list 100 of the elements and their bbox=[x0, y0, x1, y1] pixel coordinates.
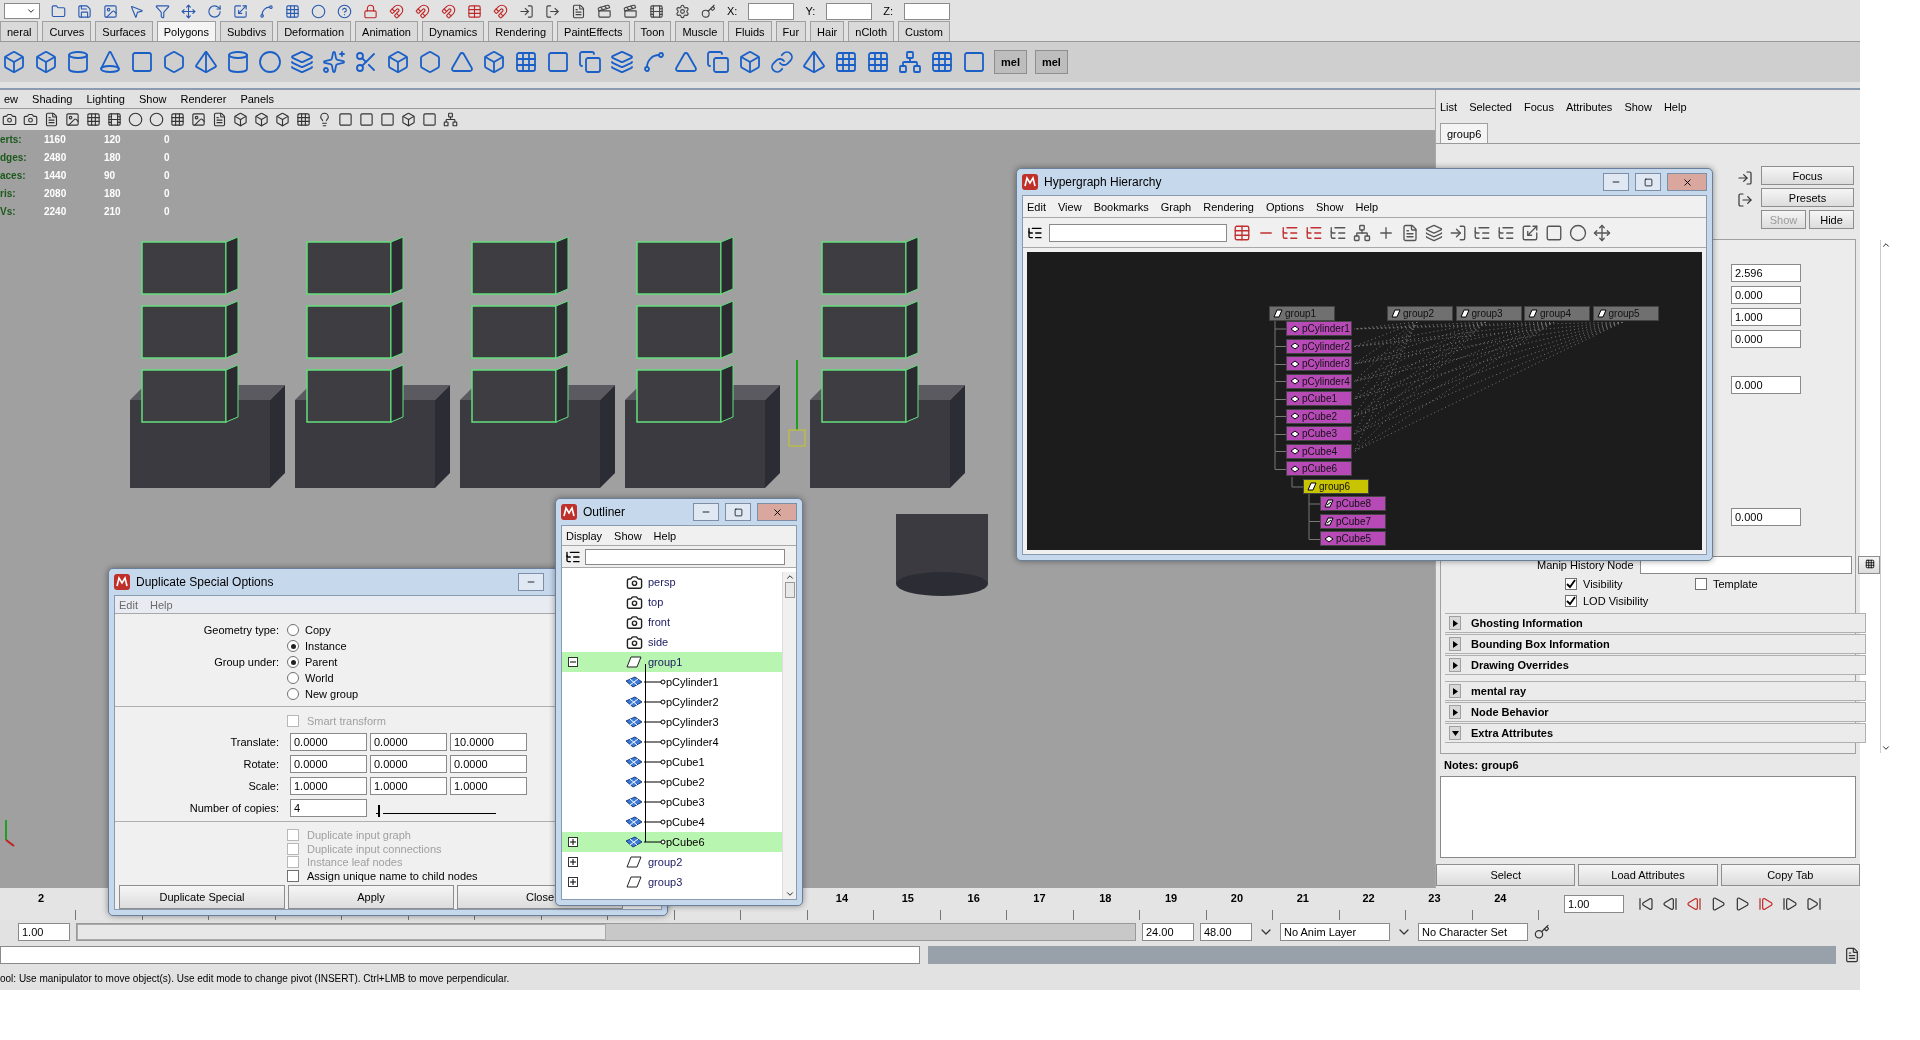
section-header[interactable]: Ghosting Information bbox=[1445, 613, 1866, 633]
editor-button[interactable]: Focus bbox=[1761, 166, 1854, 185]
graph-node[interactable]: pCylinder4 bbox=[1286, 373, 1352, 389]
input-icon[interactable] bbox=[1449, 223, 1467, 242]
maximize-button[interactable] bbox=[725, 503, 751, 521]
end-frame-field[interactable]: 24.00 bbox=[1142, 923, 1194, 941]
sparkles-icon[interactable] bbox=[322, 50, 346, 74]
number-field[interactable]: 0.0000 bbox=[290, 755, 367, 773]
scrollbar[interactable] bbox=[1879, 240, 1891, 753]
collapse-icon[interactable] bbox=[568, 657, 578, 667]
number-field[interactable]: 2.596 bbox=[1731, 264, 1801, 282]
step-back-icon[interactable] bbox=[1686, 896, 1702, 912]
coordinate-field[interactable] bbox=[904, 2, 950, 20]
minimize-button[interactable] bbox=[518, 573, 544, 591]
menu-item[interactable]: Graph bbox=[1156, 200, 1196, 213]
circle-icon[interactable] bbox=[258, 50, 282, 74]
graph-node[interactable]: pCube5 bbox=[1320, 531, 1386, 546]
shelf-tab[interactable]: PaintEffects bbox=[557, 21, 630, 41]
network-icon[interactable] bbox=[443, 112, 458, 127]
menu-item[interactable]: View bbox=[1053, 200, 1086, 213]
menu-item[interactable]: Edit bbox=[1023, 200, 1050, 213]
script-button[interactable]: mel bbox=[1034, 50, 1068, 74]
graph-node[interactable]: group5 bbox=[1592, 306, 1659, 321]
checkbox[interactable] bbox=[1695, 577, 1707, 590]
menu-item[interactable]: Options bbox=[1262, 200, 1308, 213]
input-icon[interactable] bbox=[519, 3, 534, 19]
skip-back-icon[interactable] bbox=[1638, 896, 1654, 912]
checker-icon[interactable] bbox=[866, 50, 890, 74]
outliner-row[interactable]: pCylinder4 bbox=[562, 732, 782, 752]
menu-item[interactable]: Edit bbox=[115, 598, 142, 611]
shelf-tab[interactable]: nCloth bbox=[848, 21, 895, 41]
cube-icon[interactable] bbox=[401, 112, 416, 127]
outliner-row[interactable]: persp bbox=[562, 572, 782, 592]
scroll-up-icon[interactable] bbox=[1880, 240, 1891, 250]
checker-icon[interactable] bbox=[296, 112, 311, 127]
menu-item[interactable]: Renderer bbox=[176, 93, 231, 105]
play-icon[interactable] bbox=[1734, 896, 1750, 912]
pyramid-icon[interactable] bbox=[802, 50, 826, 74]
sphere-icon[interactable] bbox=[311, 3, 326, 19]
outliner-row[interactable]: pCylinder2 bbox=[562, 692, 782, 712]
graph-node[interactable]: pCylinder2 bbox=[1286, 338, 1352, 354]
scroll-thumb[interactable] bbox=[784, 582, 795, 598]
expand-icon[interactable] bbox=[568, 857, 578, 867]
cube-icon[interactable] bbox=[275, 112, 290, 127]
graph-node[interactable]: pCylinder1 bbox=[1286, 321, 1352, 336]
square-icon[interactable] bbox=[338, 112, 353, 127]
menu-item[interactable]: Help bbox=[1351, 200, 1383, 213]
number-field[interactable]: 10.0000 bbox=[450, 733, 527, 751]
graph-node[interactable]: group1 bbox=[1269, 306, 1335, 321]
scroll-up-icon[interactable] bbox=[784, 572, 795, 582]
number-field[interactable]: 0.0000 bbox=[450, 755, 527, 773]
graph-node[interactable]: pCube7 bbox=[1320, 513, 1386, 529]
lock-icon[interactable] bbox=[363, 3, 378, 19]
minimize-button[interactable] bbox=[1603, 173, 1629, 191]
scrollbar[interactable] bbox=[782, 572, 796, 899]
menu-item[interactable]: Show bbox=[135, 93, 171, 105]
script-editor-icon[interactable] bbox=[1844, 947, 1860, 963]
number-field[interactable]: 0.0000 bbox=[370, 755, 447, 773]
table-icon[interactable] bbox=[1233, 223, 1251, 242]
number-field[interactable]: 1.0000 bbox=[450, 777, 527, 795]
outliner-row[interactable]: front bbox=[562, 612, 782, 632]
graph-node[interactable]: group4 bbox=[1524, 306, 1590, 321]
move-icon[interactable] bbox=[1593, 223, 1611, 242]
maximize-button[interactable] bbox=[1635, 173, 1661, 191]
outliner-row[interactable]: pCylinder3 bbox=[562, 712, 782, 732]
checker-icon[interactable] bbox=[930, 50, 954, 74]
curve-icon[interactable] bbox=[642, 50, 666, 74]
lightbulb-icon[interactable] bbox=[317, 112, 332, 127]
section-header[interactable]: Node Behavior bbox=[1445, 702, 1866, 722]
book-icon[interactable] bbox=[44, 112, 59, 127]
pointer-icon[interactable] bbox=[129, 3, 144, 19]
outliner-row[interactable]: pCube1 bbox=[562, 752, 782, 772]
torus-icon[interactable] bbox=[162, 50, 186, 74]
skip-forward-icon[interactable] bbox=[1806, 896, 1822, 912]
editor-button[interactable]: Select bbox=[1436, 864, 1576, 886]
shelf-tab[interactable]: Rendering bbox=[488, 21, 554, 41]
checker-icon[interactable] bbox=[834, 50, 858, 74]
plane-icon[interactable] bbox=[130, 50, 154, 74]
menu-item[interactable]: Shading bbox=[28, 93, 77, 105]
circle-icon[interactable] bbox=[149, 112, 164, 127]
number-field[interactable]: 1.0000 bbox=[290, 777, 367, 795]
camera-icon[interactable] bbox=[2, 112, 17, 127]
dropdown-icon[interactable] bbox=[26, 6, 36, 16]
pipe-icon[interactable] bbox=[226, 50, 250, 74]
outliner-row[interactable]: pCylinder1 bbox=[562, 672, 782, 692]
graph-node[interactable]: group2 bbox=[1387, 306, 1453, 321]
copy-icon[interactable] bbox=[578, 50, 602, 74]
radio-button[interactable] bbox=[287, 640, 299, 652]
number-field[interactable]: 0.000 bbox=[1731, 330, 1801, 348]
folder-icon[interactable] bbox=[51, 3, 66, 19]
outliner-row[interactable]: group2 bbox=[562, 852, 782, 872]
step-back-icon[interactable] bbox=[1662, 896, 1678, 912]
image-icon[interactable] bbox=[191, 112, 206, 127]
import-icon[interactable] bbox=[1737, 170, 1753, 186]
square-icon[interactable] bbox=[380, 112, 395, 127]
number-field[interactable]: 0.000 bbox=[1731, 376, 1801, 394]
outliner-row[interactable]: side bbox=[562, 632, 782, 652]
section-header[interactable]: Drawing Overrides bbox=[1445, 655, 1866, 675]
script-button[interactable]: mel bbox=[994, 50, 1027, 74]
menu-item[interactable]: ew bbox=[0, 93, 23, 105]
